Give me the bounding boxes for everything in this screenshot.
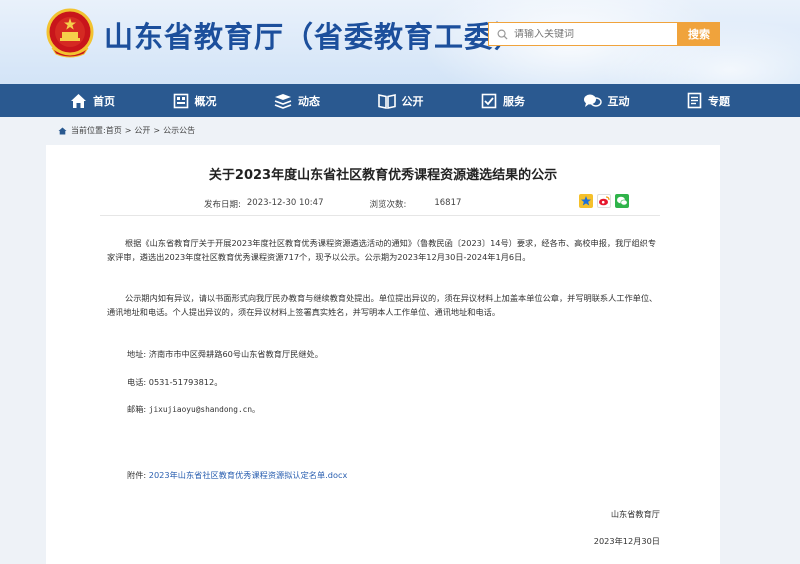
paragraph-basis: 根据《山东省教育厅关于开展2023年度社区教育优秀课程资源遴选活动的通知》（鲁教… [107,237,663,264]
share-bar [579,194,633,208]
nav-item-overview[interactable]: 概况 [173,93,217,109]
search-icon [497,29,508,40]
national-emblem-icon [46,8,94,58]
breadcrumb-home[interactable]: 首页 [106,125,122,136]
tel-value: 0531-51793812。 [148,377,223,387]
meta-divider [100,215,660,216]
topic-icon [687,92,702,109]
nav-item-interact[interactable]: 互动 [583,93,630,109]
views-label: 浏览次数: [369,200,407,210]
search-field[interactable] [488,22,678,46]
signature: 山东省教育厅 [610,509,660,519]
article-card: 关于2023年度山东省社区教育优秀课程资源遴选结果的公示 发布日期: 2023-… [46,145,720,564]
tel-line: 电话: 0531-51793812。 [127,376,222,388]
article-title: 关于2023年度山东省社区教育优秀课程资源遴选结果的公示 [208,168,558,183]
qzone-icon[interactable] [579,194,593,208]
site-title: 山东省教育厅（省委教育工委） [104,20,525,54]
nav-label: 专题 [708,94,730,108]
service-icon [481,93,497,108]
paragraph-text: 根据《山东省教育厅关于开展2023年度社区教育优秀课程资源遴选活动的通知》（鲁教… [107,238,657,262]
email-line: 邮箱: jixujiaoyu@shandong.cn。 [127,403,260,415]
breadcrumb-prefix: 当前位置: [71,126,106,135]
address-value: 济南市市中区舜耕路60号山东省教育厅民继处。 [148,349,323,359]
article-meta: 发布日期: 2023-12-30 10:47 浏览次数: 16817 [204,198,467,210]
chat-icon [583,94,602,107]
nav-label: 互动 [607,94,630,108]
search-input[interactable] [514,28,664,40]
nav-item-topic[interactable]: 专题 [687,92,730,109]
nav-label: 首页 [93,94,115,108]
breadcrumb: 当前位置: 首页 > 公开 > 公示公告 [58,125,195,136]
weibo-icon[interactable] [597,194,611,208]
address-label: 地址: [127,349,147,359]
attachment-line: 附件: 2023年山东省社区教育优秀课程资源拟认定名单.docx [127,469,347,481]
book-icon [377,93,396,109]
nav-item-home[interactable]: 首页 [70,93,115,109]
address-line: 地址: 济南市市中区舜耕路60号山东省教育厅民继处。 [127,348,323,360]
paragraph-objection: 公示期内如有异议，请以书面形式向我厅民办教育与继续教育处提出。单位提出异议的，须… [107,292,663,319]
publish-date: 2023-12-30 10:47 [246,198,324,208]
publish-date-label: 发布日期: [204,200,241,210]
search-button[interactable]: 搜索 [678,22,720,46]
attachment-label: 附件: [127,470,147,480]
main-nav: 首页 概况 动态 公开 服务 互动 专题 [0,84,800,117]
nav-label: 概况 [194,94,217,108]
nav-item-news[interactable]: 动态 [274,93,320,109]
views-count: 16817 [434,198,462,208]
email-value: jixujiaoyu@shandong.cn。 [148,405,260,414]
home-icon [71,93,86,108]
nav-label: 公开 [401,94,424,108]
breadcrumb-separator: > [124,126,132,135]
nav-label: 动态 [298,94,320,108]
breadcrumb-public[interactable]: 公开 [134,125,150,136]
search-bar: 搜索 [488,22,720,46]
nav-item-service[interactable]: 服务 [481,93,525,109]
wechat-icon[interactable] [615,194,629,208]
tel-label: 电话: [127,377,147,387]
breadcrumb-separator: > [153,126,161,135]
email-label: 邮箱: [127,404,147,414]
paragraph-text: 公示期内如有异议，请以书面形式向我厅民办教育与继续教育处提出。单位提出异议的，须… [107,293,658,317]
breadcrumb-notice[interactable]: 公示公告 [163,125,195,136]
sign-date: 2023年12月30日 [593,536,660,546]
location-home-icon [58,127,67,134]
attachment-link[interactable]: 2023年山东省社区教育优秀课程资源拟认定名单.docx [149,470,348,480]
news-icon [274,93,292,109]
overview-icon [173,93,188,108]
site-header: 山东省教育厅（省委教育工委） 搜索 [0,0,800,84]
nav-item-public[interactable]: 公开 [377,93,424,109]
nav-label: 服务 [503,94,525,108]
